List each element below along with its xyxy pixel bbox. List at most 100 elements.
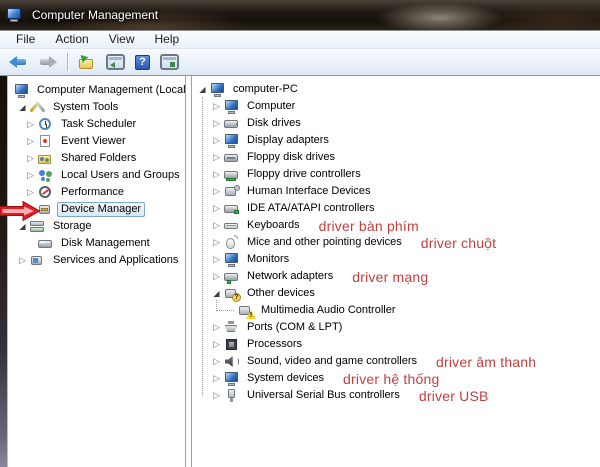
tree-label[interactable]: Computer Management (Local xyxy=(34,83,186,98)
tree-row[interactable]: Display adapters xyxy=(192,132,600,149)
tree-label[interactable]: Computer xyxy=(244,99,298,114)
tree-label[interactable]: Human Interface Devices xyxy=(244,184,374,199)
tree-row[interactable]: Mice and other pointing devices driver c… xyxy=(192,234,600,251)
tree-expander-icon[interactable] xyxy=(15,100,30,115)
tree-row[interactable]: Monitors xyxy=(192,251,600,268)
tree-expander-icon[interactable] xyxy=(209,388,224,403)
tree-row[interactable]: Processors xyxy=(192,336,600,353)
performance-icon xyxy=(38,185,54,200)
tree-label[interactable]: Floppy drive controllers xyxy=(244,167,364,182)
tree-expander-icon[interactable] xyxy=(23,185,38,200)
tree-row[interactable]: System Tools xyxy=(8,99,185,116)
tree-expander-icon[interactable] xyxy=(209,320,224,335)
tree-expander-icon[interactable] xyxy=(209,286,224,301)
tree-row[interactable]: Computer xyxy=(192,98,600,115)
tree-label[interactable]: computer-PC xyxy=(230,82,301,97)
tree-expander-icon[interactable] xyxy=(23,134,38,149)
tree-label[interactable]: Performance xyxy=(58,185,127,200)
tree-label[interactable]: Event Viewer xyxy=(58,134,129,149)
tree-label[interactable]: Task Scheduler xyxy=(58,117,139,132)
tree-row[interactable]: Floppy disk drives xyxy=(192,149,600,166)
action-pane-toggle-button[interactable] xyxy=(156,50,183,74)
tree-expander-icon[interactable] xyxy=(209,184,224,199)
tree-label[interactable]: Processors xyxy=(244,337,305,352)
back-button[interactable] xyxy=(5,50,32,74)
menu-help[interactable]: Help xyxy=(145,31,190,48)
forward-button[interactable] xyxy=(34,50,61,74)
tree-expander-icon[interactable] xyxy=(209,354,224,369)
tree-label[interactable]: Disk drives xyxy=(244,116,304,131)
tree-row[interactable]: Ports (COM & LPT) xyxy=(192,319,600,336)
tree-label[interactable]: Other devices xyxy=(244,286,318,301)
tree-row[interactable]: Computer Management (Local xyxy=(8,82,185,99)
tree-label[interactable]: Storage xyxy=(50,219,95,234)
tree-row[interactable]: Shared Folders xyxy=(8,150,185,167)
tree-label[interactable]: Keyboards xyxy=(244,218,303,233)
console-tree-toggle-button[interactable] xyxy=(102,50,129,74)
tree-row[interactable]: Disk drives xyxy=(192,115,600,132)
help-button[interactable] xyxy=(131,50,154,74)
tree-expander-icon[interactable] xyxy=(23,117,38,132)
tree-label[interactable]: IDE ATA/ATAPI controllers xyxy=(244,201,378,216)
tree-row[interactable]: computer-PC xyxy=(192,81,600,98)
menu-file[interactable]: File xyxy=(6,31,45,48)
tree-row[interactable]: Task Scheduler xyxy=(8,116,185,133)
floppy-disk-drives-icon xyxy=(224,150,240,165)
tree-row[interactable]: Sound, video and game controllers driver… xyxy=(192,353,600,370)
menu-action[interactable]: Action xyxy=(45,31,98,48)
tree-row[interactable]: Network adapters driver mạng xyxy=(192,268,600,285)
tree-row[interactable]: Floppy drive controllers xyxy=(192,166,600,183)
tree-label[interactable]: Multimedia Audio Controller xyxy=(258,303,399,318)
tree-expander-icon[interactable] xyxy=(209,252,224,267)
tree-row[interactable]: Multimedia Audio Controller xyxy=(192,302,600,319)
tree-expander-icon[interactable] xyxy=(209,218,224,233)
tree-label[interactable]: Shared Folders xyxy=(58,151,139,166)
tree-row[interactable]: IDE ATA/ATAPI controllers xyxy=(192,200,600,217)
tree-expander-icon[interactable] xyxy=(209,167,224,182)
tree-expander-icon[interactable] xyxy=(209,235,224,250)
tree-row[interactable]: Universal Serial Bus controllers driver … xyxy=(192,387,600,404)
tree-expander-icon[interactable] xyxy=(209,371,224,386)
computer-icon xyxy=(224,99,240,114)
services-applications-icon xyxy=(30,253,46,268)
tree-label[interactable]: Sound, video and game controllers xyxy=(244,354,420,369)
tree-label[interactable]: Disk Management xyxy=(58,236,153,251)
tree-label[interactable]: System devices xyxy=(244,371,327,386)
tree-expander-icon[interactable] xyxy=(209,150,224,165)
tree-label[interactable]: Ports (COM & LPT) xyxy=(244,320,345,335)
tree-expander-icon[interactable] xyxy=(23,168,38,183)
tree-expander-icon[interactable] xyxy=(15,253,30,268)
tree-label[interactable]: Floppy disk drives xyxy=(244,150,338,165)
tree-expander-icon[interactable] xyxy=(23,151,38,166)
tree-expander-icon[interactable] xyxy=(209,116,224,131)
tree-row[interactable]: Disk Management xyxy=(8,235,185,252)
tree-row[interactable]: Keyboards driver bàn phím xyxy=(192,217,600,234)
tree-row[interactable]: Performance xyxy=(8,184,185,201)
title-bar[interactable]: Computer Management xyxy=(0,0,600,30)
tree-row[interactable]: Local Users and Groups xyxy=(8,167,185,184)
tree-expander-icon[interactable] xyxy=(15,219,30,234)
tree-row[interactable]: Other devices xyxy=(192,285,600,302)
tree-expander-icon[interactable] xyxy=(209,133,224,148)
tree-label[interactable]: Monitors xyxy=(244,252,292,267)
tree-label[interactable]: Mice and other pointing devices xyxy=(244,235,405,250)
tree-label[interactable]: Device Manager xyxy=(57,202,145,217)
tree-label[interactable]: Local Users and Groups xyxy=(58,168,183,183)
tree-label[interactable]: System Tools xyxy=(50,100,121,115)
tree-expander-icon[interactable] xyxy=(209,99,224,114)
tree-row[interactable]: Event Viewer xyxy=(8,133,185,150)
tree-expander-icon[interactable] xyxy=(209,337,224,352)
tree-label[interactable]: Universal Serial Bus controllers xyxy=(244,388,403,403)
tree-expander-icon[interactable] xyxy=(195,82,210,97)
up-one-level-button[interactable] xyxy=(74,50,100,74)
computer-management-window: Computer Management File Action View Hel… xyxy=(0,0,600,467)
menu-view[interactable]: View xyxy=(99,31,145,48)
tree-label[interactable]: Services and Applications xyxy=(50,253,181,268)
tree-row[interactable]: Human Interface Devices xyxy=(192,183,600,200)
tree-expander-icon[interactable] xyxy=(209,269,224,284)
tree-row[interactable]: System devices driver hệ thống xyxy=(192,370,600,387)
tree-row[interactable]: Services and Applications xyxy=(8,252,185,269)
tree-expander-icon[interactable] xyxy=(209,201,224,216)
tree-label[interactable]: Network adapters xyxy=(244,269,336,284)
tree-label[interactable]: Display adapters xyxy=(244,133,332,148)
